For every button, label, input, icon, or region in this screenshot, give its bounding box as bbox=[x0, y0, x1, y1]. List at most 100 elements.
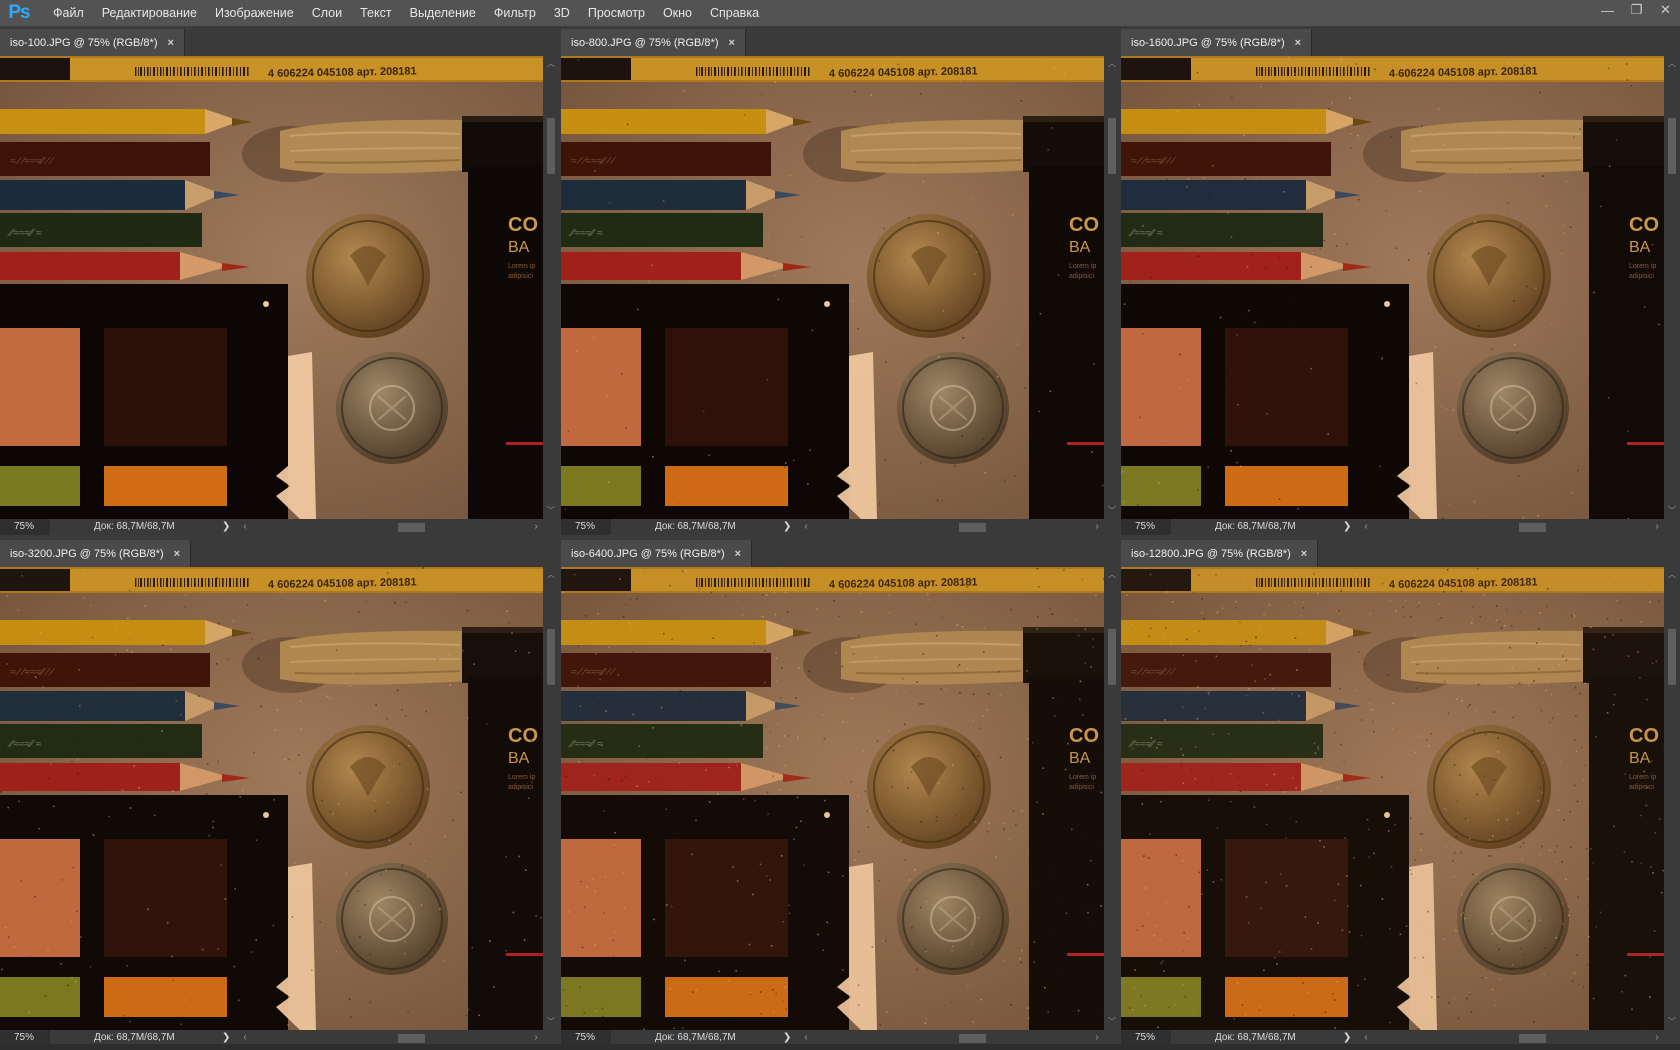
horizontal-scrollbar[interactable]: ‹ › bbox=[1359, 519, 1664, 535]
scroll-up-icon[interactable]: ︿ bbox=[1664, 569, 1680, 581]
document-tab-title: iso-12800.JPG @ 75% (RGB/8*) bbox=[1131, 547, 1291, 560]
svg-text:adipisici: adipisici bbox=[508, 273, 533, 280]
scroll-down-icon[interactable]: ﹀ bbox=[1104, 1016, 1120, 1028]
photo-image: 4 606224 045108 арт. 208181 ≈ ∕ ∕≈≈≈∕∕ ∕… bbox=[561, 567, 1104, 1030]
menu-item[interactable]: Окно bbox=[654, 0, 701, 26]
tab-close-icon[interactable]: × bbox=[729, 37, 735, 49]
horizontal-scrollbar[interactable]: ‹ › bbox=[799, 519, 1104, 535]
svg-text:∕∕≈≈≈∕∕ ≈: ∕∕≈≈≈∕∕ ≈ bbox=[7, 228, 42, 239]
document-tab[interactable]: iso-800.JPG @ 75% (RGB/8*) × bbox=[561, 29, 746, 56]
scroll-up-icon[interactable]: ︿ bbox=[1664, 58, 1680, 70]
menu-item[interactable]: 3D bbox=[545, 0, 579, 26]
scroll-right-icon[interactable]: › bbox=[1650, 519, 1664, 535]
status-bar: 75% Док: 68,7M/68,7M ❯ ‹ › bbox=[1121, 519, 1680, 535]
scroll-down-icon[interactable]: ﹀ bbox=[543, 505, 559, 517]
document-size: Док: 68,7M/68,7M bbox=[94, 521, 175, 532]
scroll-thumb[interactable] bbox=[1668, 629, 1676, 685]
document-pane: iso-3200.JPG @ 75% (RGB/8*) × 4 606224 0… bbox=[0, 540, 559, 1046]
document-canvas[interactable]: 4 606224 045108 арт. 208181 ≈ ∕ ∕≈≈≈∕∕ ∕… bbox=[1121, 567, 1664, 1030]
zoom-field[interactable]: 75% bbox=[1121, 519, 1171, 535]
status-menu-icon[interactable]: ❯ bbox=[783, 519, 791, 535]
minimize-icon[interactable]: — bbox=[1593, 0, 1622, 20]
document-tab[interactable]: iso-100.JPG @ 75% (RGB/8*) × bbox=[0, 29, 185, 56]
scroll-thumb[interactable] bbox=[1108, 118, 1116, 174]
scroll-down-icon[interactable]: ﹀ bbox=[1664, 1016, 1680, 1028]
scroll-thumb[interactable] bbox=[398, 1034, 425, 1043]
document-tab[interactable]: iso-1600.JPG @ 75% (RGB/8*) × bbox=[1121, 29, 1313, 56]
scroll-up-icon[interactable]: ︿ bbox=[543, 569, 559, 581]
zoom-field[interactable]: 75% bbox=[561, 519, 611, 535]
document-tab[interactable]: iso-6400.JPG @ 75% (RGB/8*) × bbox=[561, 540, 753, 567]
menu-item[interactable]: Выделение bbox=[401, 0, 485, 26]
document-tab-title: iso-800.JPG @ 75% (RGB/8*) bbox=[571, 36, 719, 49]
tab-close-icon[interactable]: × bbox=[735, 548, 741, 560]
scroll-thumb[interactable] bbox=[1519, 1034, 1546, 1043]
document-pane: iso-6400.JPG @ 75% (RGB/8*) × 4 606224 0… bbox=[561, 540, 1120, 1046]
scroll-thumb[interactable] bbox=[547, 118, 555, 174]
document-canvas[interactable]: 4 606224 045108 арт. 208181 ≈ ∕ ∕≈≈≈∕∕ ∕… bbox=[0, 56, 543, 519]
vertical-scrollbar[interactable]: ︿ ﹀ bbox=[1104, 56, 1120, 519]
scroll-down-icon[interactable]: ﹀ bbox=[1104, 505, 1120, 517]
restore-icon[interactable]: ❐ bbox=[1622, 0, 1651, 20]
document-tab-title: iso-100.JPG @ 75% (RGB/8*) bbox=[10, 36, 158, 49]
tab-close-icon[interactable]: × bbox=[1301, 548, 1307, 560]
tab-close-icon[interactable]: × bbox=[1295, 37, 1301, 49]
vertical-scrollbar[interactable]: ︿ ﹀ bbox=[1664, 567, 1680, 1030]
vertical-scrollbar[interactable]: ︿ ﹀ bbox=[543, 56, 559, 519]
document-pane: iso-1600.JPG @ 75% (RGB/8*) × 4 606224 0… bbox=[1121, 29, 1680, 535]
scroll-down-icon[interactable]: ﹀ bbox=[1664, 505, 1680, 517]
scroll-left-icon[interactable]: ‹ bbox=[1359, 519, 1373, 535]
photo-image: 4 606224 045108 арт. 208181 ≈ ∕ ∕≈≈≈∕∕ ∕… bbox=[1121, 567, 1664, 1030]
vertical-scrollbar[interactable]: ︿ ﹀ bbox=[1664, 56, 1680, 519]
document-tab[interactable]: iso-3200.JPG @ 75% (RGB/8*) × bbox=[0, 540, 192, 567]
scroll-thumb[interactable] bbox=[1519, 523, 1546, 532]
bottom-strip bbox=[0, 1044, 1680, 1050]
status-menu-icon[interactable]: ❯ bbox=[1343, 519, 1351, 535]
scroll-thumb[interactable] bbox=[398, 523, 425, 532]
horizontal-scrollbar[interactable]: ‹ › bbox=[238, 519, 543, 535]
scroll-thumb[interactable] bbox=[959, 523, 986, 532]
document-size: Док: 68,7M/68,7M bbox=[655, 521, 736, 532]
scroll-thumb[interactable] bbox=[547, 629, 555, 685]
menu-item[interactable]: Справка bbox=[701, 0, 768, 26]
document-tab-title: iso-3200.JPG @ 75% (RGB/8*) bbox=[10, 547, 164, 560]
tab-row: iso-1600.JPG @ 75% (RGB/8*) × bbox=[1121, 29, 1680, 56]
menu-item[interactable]: Слои bbox=[303, 0, 351, 26]
scroll-thumb[interactable] bbox=[1668, 118, 1676, 174]
vertical-scrollbar[interactable]: ︿ ﹀ bbox=[543, 567, 559, 1030]
document-tab[interactable]: iso-12800.JPG @ 75% (RGB/8*) × bbox=[1121, 540, 1319, 567]
document-canvas[interactable]: 4 606224 045108 арт. 208181 ≈ ∕ ∕≈≈≈∕∕ ∕… bbox=[561, 567, 1104, 1030]
status-menu-icon[interactable]: ❯ bbox=[222, 519, 230, 535]
scroll-left-icon[interactable]: ‹ bbox=[799, 519, 813, 535]
scroll-up-icon[interactable]: ︿ bbox=[1104, 58, 1120, 70]
document-tab-title: iso-1600.JPG @ 75% (RGB/8*) bbox=[1131, 36, 1285, 49]
document-canvas[interactable]: 4 606224 045108 арт. 208181 ≈ ∕ ∕≈≈≈∕∕ ∕… bbox=[0, 567, 543, 1030]
scroll-right-icon[interactable]: › bbox=[529, 519, 543, 535]
document-canvas[interactable]: 4 606224 045108 арт. 208181 ≈ ∕ ∕≈≈≈∕∕ ∕… bbox=[561, 56, 1104, 519]
document-size: Док: 68,7M/68,7M bbox=[1215, 521, 1296, 532]
tab-close-icon[interactable]: × bbox=[174, 548, 180, 560]
scroll-thumb[interactable] bbox=[959, 1034, 986, 1043]
svg-text:CO: CO bbox=[508, 214, 538, 236]
tab-close-icon[interactable]: × bbox=[168, 37, 174, 49]
status-bar: 75% Док: 68,7M/68,7M ❯ ‹ › bbox=[0, 519, 559, 535]
scroll-down-icon[interactable]: ﹀ bbox=[543, 1016, 559, 1028]
menu-item[interactable]: Изображение bbox=[206, 0, 303, 26]
photoshop-logo-icon: Ps bbox=[8, 2, 30, 23]
scroll-up-icon[interactable]: ︿ bbox=[1104, 569, 1120, 581]
scroll-left-icon[interactable]: ‹ bbox=[238, 519, 252, 535]
vertical-scrollbar[interactable]: ︿ ﹀ bbox=[1104, 567, 1120, 1030]
scroll-right-icon[interactable]: › bbox=[1090, 519, 1104, 535]
scroll-up-icon[interactable]: ︿ bbox=[543, 58, 559, 70]
menu-item[interactable]: Редактирование bbox=[93, 0, 206, 26]
document-canvas[interactable]: 4 606224 045108 арт. 208181 ≈ ∕ ∕≈≈≈∕∕ ∕… bbox=[1121, 56, 1664, 519]
document-pane: iso-100.JPG @ 75% (RGB/8*) × 4 606224 04… bbox=[0, 29, 559, 535]
zoom-field[interactable]: 75% bbox=[0, 519, 50, 535]
close-icon[interactable]: ✕ bbox=[1651, 0, 1680, 20]
scroll-thumb[interactable] bbox=[1108, 629, 1116, 685]
menu-item[interactable]: Просмотр bbox=[579, 0, 654, 26]
menu-item[interactable]: Фильтр bbox=[485, 0, 545, 26]
menu-item[interactable]: Файл bbox=[44, 0, 93, 26]
menu-item[interactable]: Текст bbox=[351, 0, 400, 26]
menu-bar: Ps Файл Редактирование Изображение Слои Текс… bbox=[0, 0, 1680, 26]
